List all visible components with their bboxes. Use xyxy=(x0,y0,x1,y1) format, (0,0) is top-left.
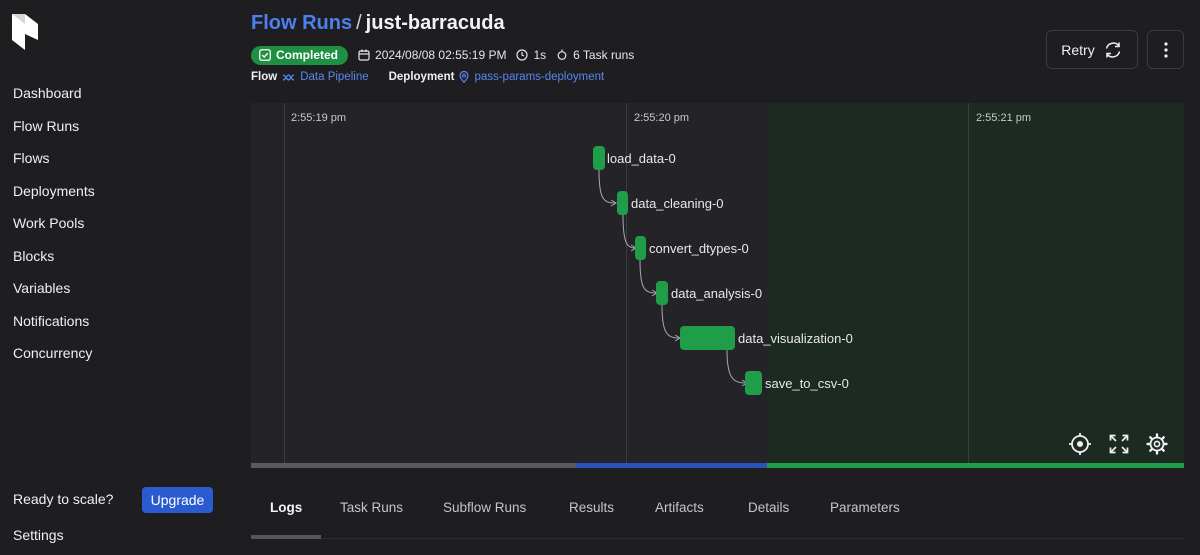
start-time-value: 2024/08/08 02:55:19 PM xyxy=(375,48,507,62)
flow-deployment-line: Flow Data Pipeline Deployment pass-param… xyxy=(251,71,604,83)
calendar-icon xyxy=(358,49,370,61)
tab-artifacts[interactable]: Artifacts xyxy=(655,500,704,515)
upgrade-button[interactable]: Upgrade xyxy=(142,487,213,513)
task-label-load-data[interactable]: load_data-0 xyxy=(607,151,676,167)
task-label-data-visualization[interactable]: data_visualization-0 xyxy=(738,331,853,347)
sidebar: Dashboard Flow Runs Flows Deployments Wo… xyxy=(0,0,232,555)
duration: 1s xyxy=(516,48,546,62)
more-options-button[interactable] xyxy=(1147,30,1184,69)
deployment-label: Deployment xyxy=(388,71,455,83)
task-label-data-cleaning[interactable]: data_cleaning-0 xyxy=(631,196,724,212)
sidebar-item-notifications[interactable]: Notifications xyxy=(13,305,95,338)
deployment-link[interactable]: pass-params-deployment xyxy=(474,71,604,83)
task-dependency-edges xyxy=(598,169,748,387)
crosshair-icon xyxy=(1069,433,1091,455)
center-view-button[interactable] xyxy=(1067,431,1093,457)
timeline-scrollbar-track[interactable] xyxy=(251,463,576,468)
flow-label: Flow xyxy=(251,71,278,83)
tab-details[interactable]: Details xyxy=(748,500,789,515)
flow-run-name: just-barracuda xyxy=(365,12,505,34)
tab-task-runs[interactable]: Task Runs xyxy=(340,500,403,515)
tab-parameters[interactable]: Parameters xyxy=(830,500,900,515)
page-title: Flow Runs / just-barracuda xyxy=(251,12,505,35)
tab-logs[interactable]: Logs xyxy=(270,500,302,515)
task-bar-load-data[interactable] xyxy=(593,146,605,170)
sidebar-nav: Dashboard Flow Runs Flows Deployments Wo… xyxy=(13,77,95,370)
sidebar-item-blocks[interactable]: Blocks xyxy=(13,240,95,273)
task-bar-data-analysis[interactable] xyxy=(656,281,668,305)
timeline-viewport-indicator[interactable] xyxy=(576,463,767,468)
sidebar-item-flows[interactable]: Flows xyxy=(13,142,95,175)
active-tab-indicator xyxy=(251,535,321,539)
start-time: 2024/08/08 02:55:19 PM xyxy=(358,48,506,62)
clock-icon xyxy=(516,49,529,61)
sidebar-item-flow-runs[interactable]: Flow Runs xyxy=(13,110,95,143)
kebab-menu-icon xyxy=(1163,41,1168,58)
tabs-divider xyxy=(251,538,1184,539)
tab-results[interactable]: Results xyxy=(569,500,614,515)
task-bar-data-cleaning[interactable] xyxy=(617,191,628,215)
retry-label: Retry xyxy=(1061,41,1095,58)
task-label-convert-dtypes[interactable]: convert_dtypes-0 xyxy=(649,241,749,257)
sidebar-item-variables[interactable]: Variables xyxy=(13,272,95,305)
breadcrumb-flow-runs[interactable]: Flow Runs xyxy=(251,12,352,34)
flow-icon xyxy=(283,73,295,81)
status-badge: Completed xyxy=(251,45,349,65)
task-runs-value: 6 Task runs xyxy=(573,48,635,62)
task-label-data-analysis[interactable]: data_analysis-0 xyxy=(671,286,762,302)
sidebar-item-concurrency[interactable]: Concurrency xyxy=(13,337,95,370)
retry-button[interactable]: Retry xyxy=(1046,30,1138,69)
duration-value: 1s xyxy=(533,48,547,62)
task-bar-data-visualization[interactable] xyxy=(680,326,735,350)
timeline-settings-button[interactable] xyxy=(1144,431,1170,457)
expand-icon xyxy=(1109,434,1129,454)
ready-to-scale-text: Ready to scale? xyxy=(13,491,114,507)
location-pin-icon xyxy=(459,71,470,83)
timeline-complete-indicator xyxy=(767,463,1184,468)
sidebar-item-work-pools[interactable]: Work Pools xyxy=(13,207,95,240)
status-label: Completed xyxy=(276,48,339,62)
sidebar-item-deployments[interactable]: Deployments xyxy=(13,175,95,208)
fullscreen-button[interactable] xyxy=(1106,431,1132,457)
flow-link[interactable]: Data Pipeline xyxy=(300,71,368,83)
task-label-save-to-csv[interactable]: save_to_csv-0 xyxy=(765,376,849,392)
tab-subflow-runs[interactable]: Subflow Runs xyxy=(443,500,526,515)
flow-run-timeline[interactable]: 2:55:19 pm 2:55:20 pm 2:55:21 pm load_da… xyxy=(251,103,1184,468)
settings-icon xyxy=(1146,433,1168,455)
breadcrumb-separator: / xyxy=(356,12,362,34)
check-square-icon xyxy=(259,49,271,61)
task-bar-convert-dtypes[interactable] xyxy=(635,236,646,260)
task-bar-save-to-csv[interactable] xyxy=(745,371,762,395)
sidebar-item-dashboard[interactable]: Dashboard xyxy=(13,77,95,110)
task-node-icon xyxy=(557,49,567,60)
run-meta: Completed 2024/08/08 02:55:19 PM 1s 6 Ta… xyxy=(251,45,634,65)
task-runs-count: 6 Task runs xyxy=(556,48,634,62)
refresh-icon xyxy=(1105,41,1120,58)
sidebar-item-settings[interactable]: Settings xyxy=(13,527,64,543)
prefect-logo-icon[interactable] xyxy=(12,14,38,50)
